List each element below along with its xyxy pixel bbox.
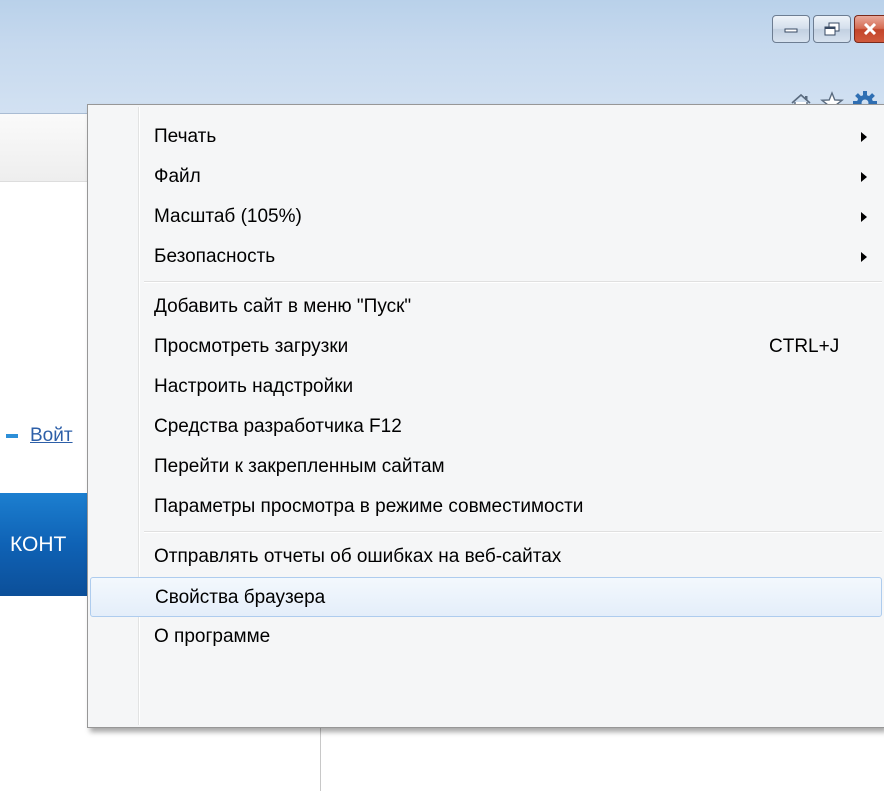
- caption-buttons: [769, 15, 884, 45]
- menu-item[interactable]: Безопасность: [90, 237, 882, 277]
- menu-separator: [144, 531, 882, 533]
- login-link-text[interactable]: Войт: [30, 425, 73, 447]
- restore-button[interactable]: [813, 15, 851, 43]
- menu-separator: [144, 281, 882, 283]
- menu-item[interactable]: Настроить надстройки: [90, 367, 882, 407]
- menu-item[interactable]: Масштаб (105%): [90, 197, 882, 237]
- menu-item[interactable]: Отправлять отчеты об ошибках на веб-сайт…: [90, 537, 882, 577]
- page-divider: [320, 728, 321, 791]
- menu-item-shortcut: CTRL+J: [769, 336, 840, 357]
- menu-item-label: Средства разработчика F12: [154, 416, 402, 437]
- menu-item[interactable]: О программе: [90, 617, 882, 657]
- minimize-button[interactable]: [772, 15, 810, 43]
- restore-icon: [824, 22, 840, 36]
- bullet-icon: [6, 434, 18, 438]
- menu-item-label: Добавить сайт в меню "Пуск": [154, 296, 412, 317]
- login-link[interactable]: Войт: [6, 425, 73, 447]
- menu-item-label: Отправлять отчеты об ошибках на веб-сайт…: [154, 546, 562, 567]
- menu-item[interactable]: Добавить сайт в меню "Пуск": [90, 287, 882, 327]
- menu-item-label: Свойства браузера: [155, 587, 326, 608]
- menu-item-label: О программе: [154, 626, 271, 647]
- menu-item-label: Параметры просмотра в режиме совместимос…: [154, 496, 584, 517]
- menu-item-label: Перейти к закрепленным сайтам: [154, 456, 445, 477]
- menu-item-label: Просмотреть загрузки: [154, 336, 349, 357]
- nav-banner[interactable]: КОНТ: [0, 493, 100, 596]
- menu-item[interactable]: Печать: [90, 117, 882, 157]
- menu-item-label: Печать: [154, 126, 217, 147]
- submenu-arrow-icon: [861, 132, 867, 142]
- menu-item-label: Безопасность: [154, 246, 276, 267]
- nav-banner-text: КОНТ: [10, 532, 67, 556]
- minimize-icon: [784, 28, 798, 33]
- close-icon: [863, 23, 876, 35]
- tools-menu: Печать Файл Масштаб (105%) Безопасность Доба…: [87, 104, 884, 728]
- menu-item-label: Масштаб (105%): [154, 206, 302, 227]
- menu-item[interactable]: Свойства браузера: [90, 577, 882, 617]
- submenu-arrow-icon: [861, 252, 867, 262]
- submenu-arrow-icon: [861, 172, 867, 182]
- menu-item-label: Файл: [154, 166, 201, 187]
- menu-item[interactable]: Файл: [90, 157, 882, 197]
- menu-item-label: Настроить надстройки: [154, 376, 354, 397]
- submenu-arrow-icon: [861, 212, 867, 222]
- menu-item[interactable]: Средства разработчика F12: [90, 407, 882, 447]
- menu-item[interactable]: Параметры просмотра в режиме совместимос…: [90, 487, 882, 527]
- close-button[interactable]: [854, 15, 884, 43]
- menu-item[interactable]: Просмотреть загрузки CTRL+J: [90, 327, 882, 367]
- browser-titlebar: [0, 0, 884, 115]
- menu-item[interactable]: Перейти к закрепленным сайтам: [90, 447, 882, 487]
